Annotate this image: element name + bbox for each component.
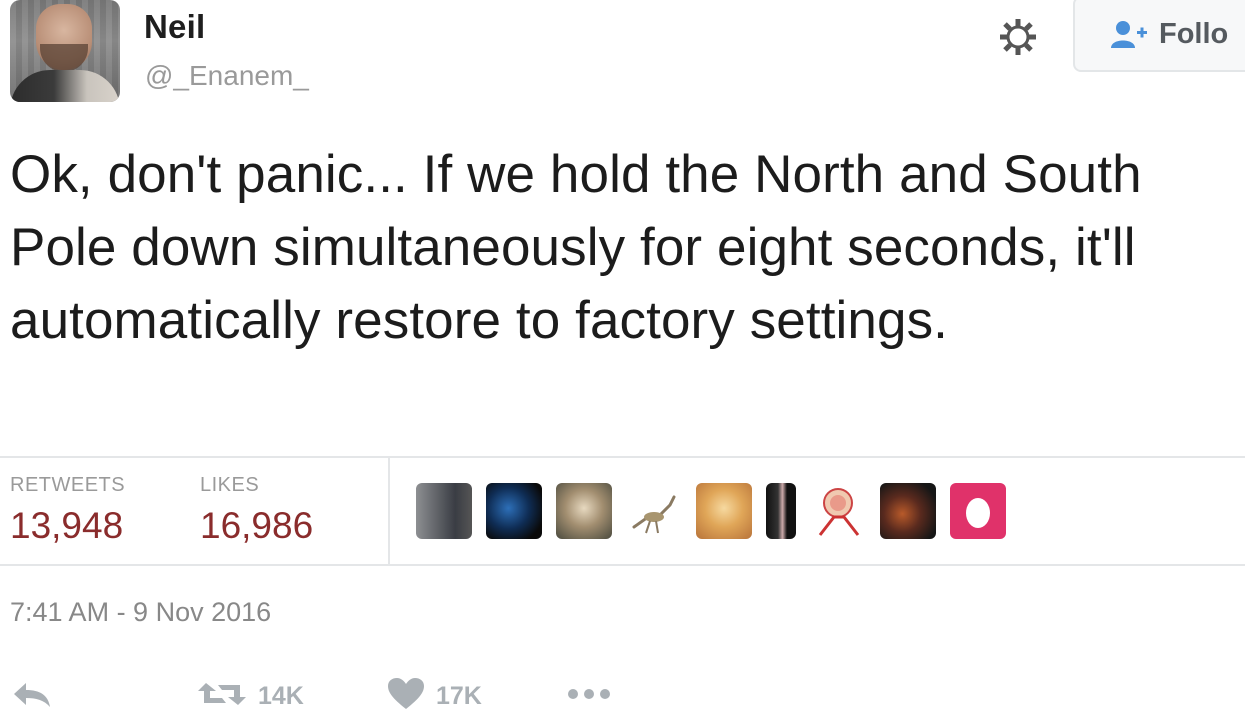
avatar[interactable] — [10, 0, 120, 102]
retweets-label: RETWEETS — [10, 474, 126, 496]
liker-avatar[interactable] — [696, 483, 752, 539]
heart-icon — [386, 677, 426, 716]
stats-divider — [388, 458, 390, 564]
liker-avatar[interactable] — [880, 483, 936, 539]
liker-avatar[interactable] — [626, 483, 682, 539]
author-handle[interactable]: @_Enanem_ — [145, 60, 309, 92]
reply-icon — [10, 679, 54, 714]
author-name[interactable]: Neil — [144, 8, 205, 46]
gear-icon[interactable] — [998, 17, 1038, 57]
add-user-icon — [1109, 19, 1149, 49]
liker-avatar[interactable] — [950, 483, 1006, 539]
tweet-text: Ok, don't panic... If we hold the North … — [10, 145, 1142, 350]
follow-label: Follo — [1159, 17, 1229, 50]
liker-avatars — [416, 481, 1020, 541]
liker-avatar[interactable] — [486, 483, 542, 539]
more-icon — [566, 687, 612, 706]
retweet-count: 14K — [258, 681, 304, 710]
liker-avatar[interactable] — [556, 483, 612, 539]
divider — [0, 564, 1245, 566]
more-button[interactable] — [566, 676, 612, 716]
reply-button[interactable] — [10, 676, 54, 716]
tweet-timestamp[interactable]: 7:41 AM - 9 Nov 2016 — [10, 597, 271, 628]
like-count: 17K — [436, 681, 482, 710]
liker-avatar[interactable] — [416, 483, 472, 539]
retweets-count[interactable]: 13,948 — [10, 505, 123, 547]
liker-avatar[interactable] — [766, 483, 796, 539]
liker-avatar[interactable] — [810, 483, 866, 539]
retweet-icon — [196, 679, 248, 714]
likes-count[interactable]: 16,986 — [200, 505, 313, 547]
divider — [0, 456, 1245, 458]
likes-label: LIKES — [200, 474, 260, 496]
retweet-button[interactable]: 14K — [196, 676, 304, 716]
like-button[interactable]: 17K — [386, 676, 482, 716]
follow-button[interactable]: Follo — [1073, 0, 1245, 72]
